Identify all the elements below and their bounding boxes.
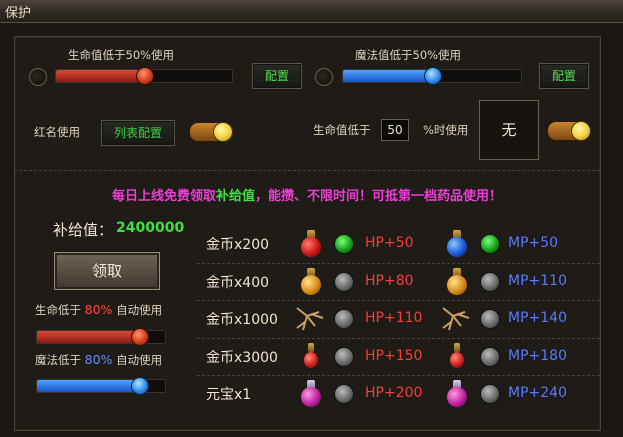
mp-potion-icon <box>444 342 470 372</box>
supply-value: 2400000 <box>116 220 185 236</box>
tier-label: 元宝x1 <box>206 387 252 404</box>
auto-hp-knob[interactable] <box>131 328 150 346</box>
hp-threshold-suffix: %时使用 <box>423 123 469 137</box>
tier-label: 金币x3000 <box>206 349 278 366</box>
ginseng-root-icon <box>293 304 327 334</box>
hp-amount: HP+150 <box>365 347 423 364</box>
hp-protect-slider[interactable] <box>55 67 233 85</box>
hp-potion-icon <box>298 267 324 297</box>
auto-mp-suffix: 自动使用 <box>116 353 163 367</box>
mp-select-radio[interactable] <box>480 234 500 254</box>
mp-potion-icon <box>444 229 470 259</box>
hp-threshold-prefix: 生命值低于 <box>313 123 371 137</box>
hp-amount: HP+50 <box>365 235 414 251</box>
hp-threshold-input[interactable]: 50 <box>381 119 409 141</box>
hp-amount: HP+110 <box>365 310 423 327</box>
hp-protect-radio[interactable] <box>29 68 47 86</box>
red-name-toggle[interactable] <box>189 122 233 142</box>
hp-amount: HP+200 <box>365 385 423 402</box>
tier-row[interactable]: 金币x3000 HP+150 MP+180 <box>197 339 600 377</box>
auto-mp-prefix: 魔法低于 <box>35 353 81 367</box>
hp-select-radio[interactable] <box>334 271 354 292</box>
auto-mp-pct: 80% <box>84 352 113 367</box>
hp-select-radio[interactable] <box>334 309 354 330</box>
mp-amount: MP+180 <box>508 347 567 364</box>
mp-potion-icon <box>444 267 470 297</box>
mp-amount: MP+50 <box>508 235 559 251</box>
hp-potion-icon <box>298 342 324 372</box>
hp-amount: HP+80 <box>365 272 414 289</box>
section-divider <box>14 170 600 171</box>
hp-config-button[interactable]: 配置 <box>252 63 302 89</box>
tier-row[interactable]: 金币x200 HP+50 MP+50 <box>197 226 600 264</box>
promo-text-2: ，能攒、不限时间！可抵第一档药品使用！ <box>255 189 503 204</box>
auto-mp-fill <box>37 380 140 392</box>
list-config-button[interactable]: 列表配置 <box>101 120 175 146</box>
auto-hp-prefix: 生命低于 <box>35 303 81 317</box>
promo-highlight: 补给值 <box>215 189 255 204</box>
title-bar: 保护 <box>0 0 623 23</box>
auto-hp-suffix: 自动使用 <box>116 303 163 317</box>
potion-slot[interactable]: 无 <box>479 100 539 160</box>
tier-row[interactable]: 金币x1000 HP+110 MP+140 <box>197 301 600 339</box>
mp-select-radio[interactable] <box>480 271 500 292</box>
hp-select-radio[interactable] <box>334 384 354 405</box>
promo-text-1: 每日上线免费领取 <box>111 189 216 204</box>
tier-label: 金币x1000 <box>206 312 278 329</box>
mp-protect-fill <box>343 70 432 82</box>
mp-select-radio[interactable] <box>480 384 500 405</box>
mp-select-radio[interactable] <box>480 309 500 330</box>
hp-protect-fill <box>56 70 144 82</box>
tier-row[interactable]: 金币x400 HP+80 MP+110 <box>197 264 600 302</box>
mp-select-radio[interactable] <box>480 346 500 367</box>
mp-protect-label: 魔法值低于50%使用 <box>355 48 462 62</box>
auto-hp-slider[interactable] <box>36 328 166 346</box>
supply-tier-list: 金币x200 HP+50 MP+50 金币x400 HP+80 MP+110 金… <box>197 226 600 413</box>
promo-banner: 每日上线免费领取补给值，能攒、不限时间！可抵第一档药品使用！ <box>14 185 600 204</box>
toggle-knob <box>571 121 591 141</box>
tier-row[interactable]: 元宝x1 HP+200 MP+240 <box>197 376 600 413</box>
mp-amount: MP+140 <box>508 310 567 327</box>
red-name-label: 红名使用 <box>34 125 80 139</box>
auto-hp-pct: 80% <box>84 302 113 317</box>
window-title: 保护 <box>5 6 32 21</box>
auto-mp-label: 魔法低于 80% 自动使用 <box>35 352 162 368</box>
hp-potion-icon <box>298 229 324 259</box>
auto-hp-fill <box>37 331 140 343</box>
hp-select-radio[interactable] <box>334 346 354 367</box>
hp-threshold-toggle[interactable] <box>547 121 591 141</box>
mp-potion-icon <box>444 379 470 409</box>
supply-label: 补给值： <box>53 221 114 239</box>
auto-mp-knob[interactable] <box>131 377 150 395</box>
tier-label: 金币x200 <box>206 237 270 253</box>
hp-protect-knob[interactable] <box>136 67 154 85</box>
tier-label: 金币x400 <box>206 274 270 291</box>
auto-mp-slider[interactable] <box>36 377 166 395</box>
mp-amount: MP+110 <box>508 272 567 289</box>
mp-amount: MP+240 <box>508 385 567 402</box>
hp-potion-icon <box>298 379 324 409</box>
hp-select-radio[interactable] <box>334 234 354 254</box>
toggle-knob <box>213 122 233 142</box>
mp-protect-knob[interactable] <box>424 67 442 85</box>
hp-protect-label: 生命值低于50%使用 <box>68 48 175 62</box>
mp-config-button[interactable]: 配置 <box>539 63 589 89</box>
mp-protect-radio[interactable] <box>315 68 333 86</box>
mp-protect-slider[interactable] <box>342 67 522 85</box>
ginseng-root-icon <box>439 304 473 334</box>
claim-button[interactable]: 领取 <box>54 252 160 290</box>
auto-hp-label: 生命低于 80% 自动使用 <box>35 302 162 318</box>
